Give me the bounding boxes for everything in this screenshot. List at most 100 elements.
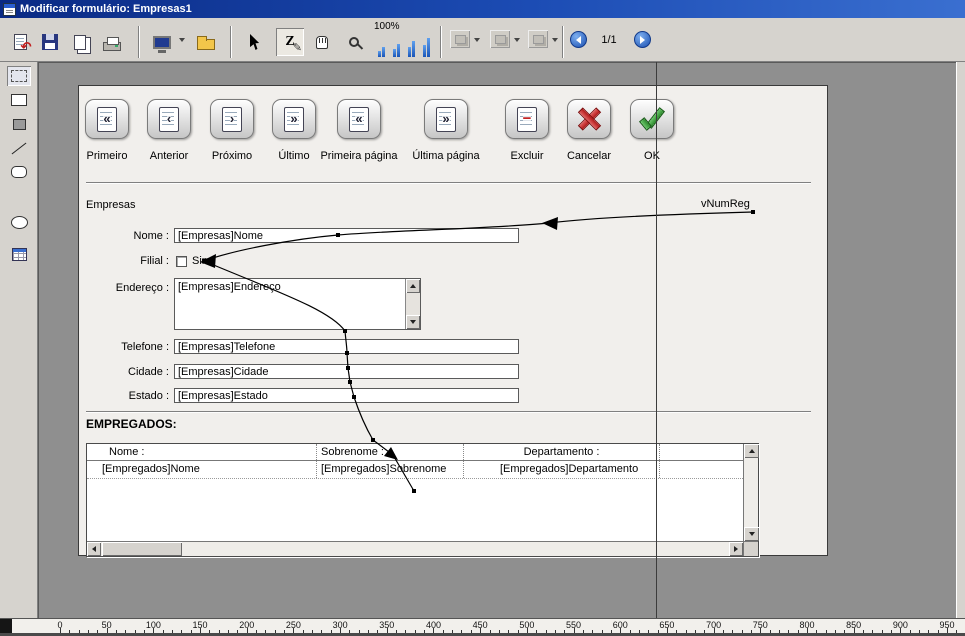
scroll-left-button[interactable] (87, 542, 101, 556)
zoom-preset-button-2[interactable] (389, 33, 403, 59)
field-cidade-input[interactable]: [Empresas]Cidade (174, 364, 519, 379)
zoom-tool-button[interactable] (340, 28, 368, 56)
pointer-tool-button[interactable] (242, 28, 270, 56)
field-telefone-input[interactable]: [Empresas]Telefone (174, 339, 519, 354)
form-page[interactable]: « Primeiro ‹ Anterior › Próximo » Último… (78, 85, 828, 556)
previous-page-button[interactable] (570, 31, 587, 48)
subform-horizontal-scrollbar[interactable] (87, 541, 743, 556)
arrow-left-icon (92, 546, 96, 552)
print-preview-button[interactable] (66, 28, 94, 56)
save-button[interactable] (36, 28, 64, 56)
chevron-down-icon (514, 38, 520, 42)
entry-order-tool-button[interactable] (276, 28, 304, 56)
empregados-subform[interactable]: Nome : Sobrenome : Departamento : [Empre… (86, 443, 759, 557)
pointer-icon (250, 34, 262, 50)
scrollbar-thumb[interactable] (102, 542, 182, 556)
record-last-icon: » (284, 107, 304, 132)
form-button-primeira-pagina[interactable]: « (337, 99, 381, 139)
field-endereco-value: [Empresas]Endereço (178, 281, 281, 293)
form-button-ultima-pagina[interactable]: » (424, 99, 468, 139)
hand-tool-button[interactable] (308, 28, 336, 56)
scroll-right-button[interactable] (729, 542, 743, 556)
subform-content: Nome : Sobrenome : Departamento : [Empre… (87, 444, 743, 541)
table-name-label[interactable]: Empresas (86, 199, 136, 211)
subform-data-row[interactable]: [Empregados]Nome [Empregados]Sobrenome [… (87, 461, 743, 479)
form-button-ultimo[interactable]: » (272, 99, 316, 139)
subform-header-row: Nome : Sobrenome : Departamento : (87, 444, 743, 461)
table-cell[interactable]: [Empregados]Departamento (464, 461, 660, 478)
separator-line[interactable] (86, 182, 811, 184)
monitor-icon (153, 36, 171, 49)
arrow-up-icon (749, 449, 755, 453)
folder-icon (197, 39, 215, 50)
line-tool[interactable] (7, 138, 31, 158)
align-tool-button-1[interactable] (450, 30, 470, 48)
endereco-scrollbar[interactable] (405, 279, 420, 329)
form-button-excluir[interactable]: − (505, 99, 549, 139)
design-canvas[interactable]: « Primeiro ‹ Anterior › Próximo » Último… (38, 62, 956, 618)
field-nome-input[interactable]: [Empresas]Nome (174, 228, 519, 243)
field-endereco-input[interactable]: [Empresas]Endereço (174, 278, 421, 330)
revert-button[interactable] (6, 28, 34, 56)
table-cell[interactable]: [Empregados]Nome (87, 461, 317, 478)
zoom-preset-button-4[interactable] (419, 33, 433, 59)
align-tool-button-2[interactable] (490, 30, 510, 48)
zoom-preset-button-1[interactable] (374, 33, 388, 59)
field-endereco-label[interactable]: Endereço : (83, 282, 169, 294)
form-button-anterior[interactable]: ‹ (147, 99, 191, 139)
form-button-cancelar[interactable] (567, 99, 611, 139)
field-estado-label[interactable]: Estado : (83, 390, 169, 402)
line-icon (12, 142, 27, 154)
ellipse-tool[interactable] (7, 212, 31, 232)
scrollbar-corner (743, 541, 758, 556)
column-header[interactable]: Departamento : (464, 444, 660, 460)
align-dropdown-3[interactable] (549, 34, 560, 46)
filial-checkbox-label[interactable]: Sim (192, 255, 211, 267)
field-estado-input[interactable]: [Empresas]Estado (174, 388, 519, 403)
form-editor-window: Modificar formulário: Empresas1 100% 1/1 (0, 0, 965, 636)
record-first-icon: « (97, 107, 117, 132)
open-button[interactable] (192, 28, 220, 56)
print-button[interactable] (98, 28, 126, 56)
object-tool-palette (0, 62, 38, 618)
print-preview-icon (74, 35, 86, 50)
form-button-proximo[interactable]: › (210, 99, 254, 139)
zoom-preset-button-3[interactable] (404, 33, 418, 59)
form-button-primeiro[interactable]: « (85, 99, 129, 139)
display-mode-dropdown[interactable] (176, 34, 187, 46)
display-mode-button[interactable] (148, 28, 176, 56)
next-page-button[interactable] (634, 31, 651, 48)
rectangle-tool[interactable] (7, 90, 31, 110)
form-button-label: OK (604, 150, 700, 162)
rounded-rectangle-tool[interactable] (7, 162, 31, 182)
filial-checkbox[interactable] (176, 256, 187, 267)
record-prev-icon: ‹ (159, 107, 179, 132)
field-filial-label[interactable]: Filial : (83, 255, 169, 267)
text-tool[interactable] (7, 66, 31, 86)
table-cell[interactable]: [Empregados]Sobrenome (317, 461, 464, 478)
align-dropdown-2[interactable] (511, 34, 522, 46)
column-header[interactable]: Nome : (87, 444, 317, 460)
toolbar-separator (230, 26, 232, 58)
form-button-ok[interactable] (630, 99, 674, 139)
scroll-up-button[interactable] (406, 279, 420, 293)
ruler: 0501001502002503003504004505005506006507… (0, 618, 965, 633)
variable-label[interactable]: vNumReg (701, 198, 750, 210)
scroll-down-button[interactable] (744, 527, 759, 541)
align-tool-button-3[interactable] (528, 30, 548, 48)
filled-rectangle-tool[interactable] (7, 114, 31, 134)
align-dropdown-1[interactable] (471, 34, 482, 46)
printer-icon (103, 42, 121, 51)
column-header[interactable]: Sobrenome : (317, 444, 464, 460)
field-nome-label[interactable]: Nome : (83, 230, 169, 242)
subform-vertical-scrollbar[interactable] (743, 444, 758, 541)
grid-tool[interactable] (7, 244, 31, 264)
revert-icon (14, 34, 27, 50)
scroll-up-button[interactable] (744, 444, 759, 458)
scroll-down-button[interactable] (406, 315, 420, 329)
field-telefone-label[interactable]: Telefone : (83, 341, 169, 353)
separator-line[interactable] (86, 411, 811, 413)
field-cidade-label[interactable]: Cidade : (83, 366, 169, 378)
subform-title[interactable]: EMPREGADOS: (86, 417, 177, 431)
window-title: Modificar formulário: Empresas1 (20, 3, 192, 15)
